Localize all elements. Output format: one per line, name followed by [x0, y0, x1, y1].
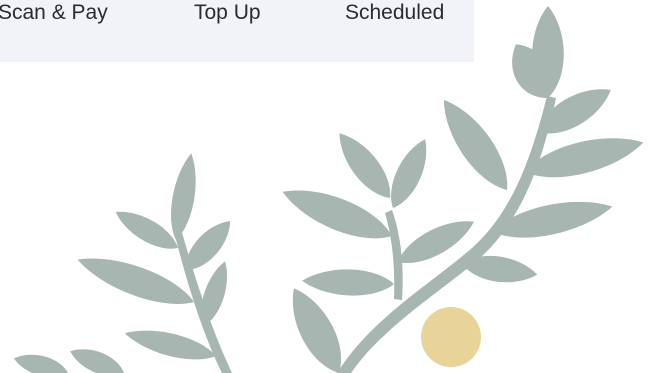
- leaves: [11, 6, 648, 373]
- leaf-icon: [431, 90, 520, 200]
- leafy-branch-illustration: [11, 6, 648, 373]
- leaf-icon: [165, 151, 202, 242]
- payment-home-screen: Scan & Pay Top Up Scheduled: [0, 0, 651, 373]
- leaf-icon: [381, 133, 437, 214]
- leaf-icon: [11, 348, 71, 373]
- leaf-icon: [301, 267, 395, 298]
- leaf-icon: [329, 125, 401, 207]
- leaf-icon: [66, 341, 128, 373]
- berry-icon: [421, 307, 481, 367]
- leaf-icon: [72, 246, 199, 316]
